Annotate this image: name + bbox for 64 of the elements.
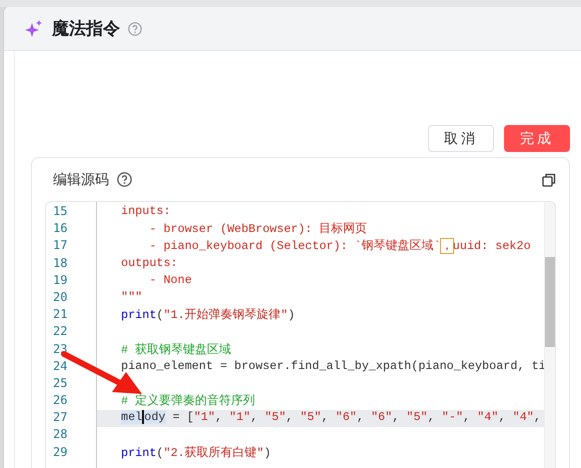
code-text: , <box>463 410 472 424</box>
code-text: , <box>498 410 507 424</box>
code-text: = [ <box>172 410 194 424</box>
code-text: ( <box>156 446 164 460</box>
code-text: "-" <box>442 410 464 424</box>
code-text: - piano_keyboard (Selector): `钢琴键盘区域` <box>148 239 441 254</box>
code-comment: # 获取钢琴键盘区域 <box>121 342 232 356</box>
code-text: , <box>392 410 400 424</box>
scrollbar-thumb[interactable] <box>545 257 555 347</box>
code-text: "5" <box>264 410 286 424</box>
line-number: 28 <box>52 427 68 444</box>
line-number: 18 <box>52 256 68 272</box>
line-number: 17 <box>52 238 68 254</box>
code-text: print <box>121 308 156 322</box>
dialog-title: 魔法指令 <box>52 18 120 40</box>
code-text: , <box>321 410 330 424</box>
code-text: ， <box>440 239 453 254</box>
code-text: inputs: <box>121 204 171 218</box>
line-number: 21 <box>52 307 68 324</box>
line-number: 24 <box>52 358 68 375</box>
line-number: 20 <box>52 290 68 306</box>
line-number: 16 <box>52 221 68 238</box>
card-title: 编辑源码 <box>53 170 109 188</box>
code-text: outputs: <box>121 256 178 270</box>
code-text: "2.获取所有白键" <box>164 446 264 460</box>
code-text: ( <box>156 308 164 322</box>
code-text: , <box>534 410 541 424</box>
copy-icon[interactable] <box>542 172 556 186</box>
code-text: , <box>215 410 224 424</box>
code-text: , <box>286 410 294 424</box>
line-number: 27 <box>52 410 68 426</box>
code-editor[interactable] <box>45 201 556 468</box>
line-number: 29 <box>52 444 68 461</box>
code-text: "1" <box>229 410 250 424</box>
code-comment: # 定义要弹奏的音符序列 <box>121 394 256 408</box>
code-text: mel <box>121 410 142 424</box>
code-text: uuid: sek2o <box>452 239 531 254</box>
help-icon[interactable] <box>117 172 132 187</box>
line-number: 19 <box>52 272 68 289</box>
code-text: "4" <box>512 410 534 424</box>
code-text: "1" <box>194 410 216 424</box>
sparkle-icon <box>24 20 44 38</box>
line-number: 22 <box>52 324 68 340</box>
line-number: 26 <box>52 393 68 410</box>
code-text: - None <box>148 272 192 287</box>
code-text: "6" <box>336 410 357 424</box>
code-text: print <box>121 446 156 460</box>
code-text: ) <box>288 308 295 322</box>
code-text: , <box>428 410 436 424</box>
code-text: "5" <box>300 410 322 424</box>
code-text: ody <box>144 410 166 424</box>
code-text: "4" <box>477 410 498 424</box>
line-number: 25 <box>52 376 68 392</box>
code-text: "5" <box>406 410 428 424</box>
code-text: "1.开始弹奏钢琴旋律" <box>164 308 288 322</box>
cancel-button[interactable]: 取消 <box>428 125 494 152</box>
code-text: , <box>356 410 365 424</box>
code-text: piano_element = browser.find_all_by_xpath(piano_keyboard, ti <box>121 358 546 373</box>
code-text: ) <box>264 446 271 460</box>
code-text: , <box>250 410 259 424</box>
line-number: 15 <box>52 204 68 220</box>
code-text: "6" <box>370 410 392 424</box>
code-text: """ <box>121 290 142 304</box>
code-text: - browser (WebBrowser): 目标网页 <box>148 222 368 236</box>
